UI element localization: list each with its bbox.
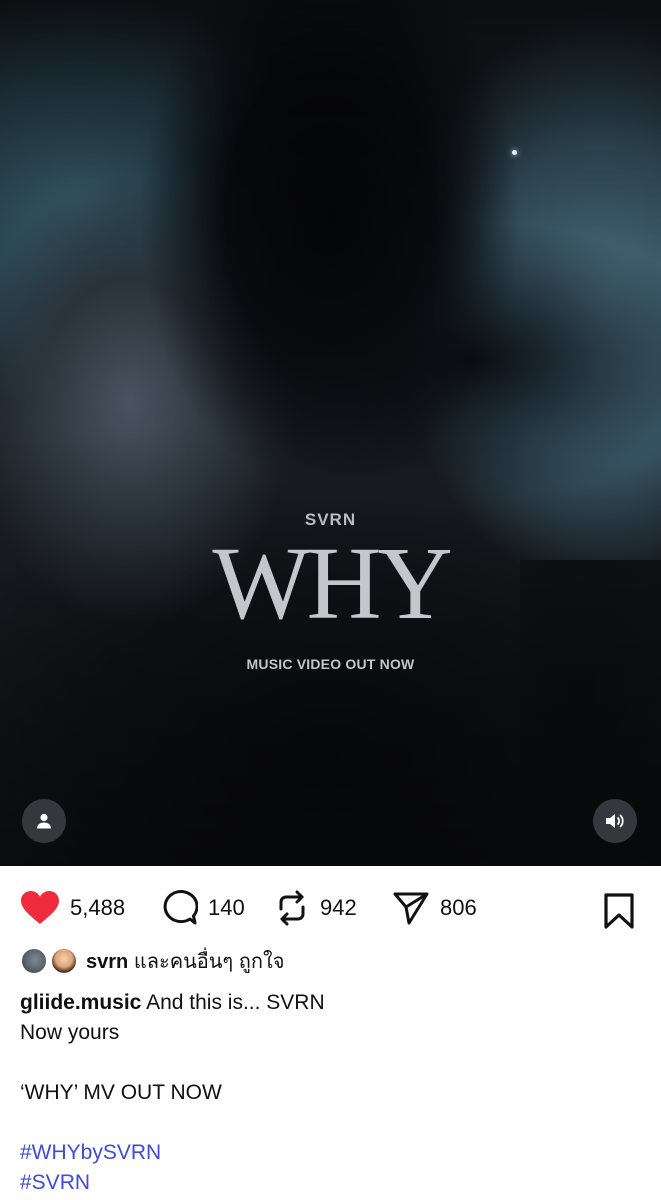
liked-by-avatars (20, 946, 80, 976)
like-count: 5,488 (70, 895, 126, 920)
caption-first-line: gliide.music And this is... SVRN (20, 988, 640, 1018)
person-icon (37, 813, 51, 829)
comment-icon (163, 890, 198, 925)
caption-username[interactable]: gliide.music (20, 991, 141, 1014)
media-highlight (512, 150, 517, 155)
tagged-users-button[interactable] (22, 799, 66, 843)
send-icon (393, 892, 429, 925)
repost-count: 942 (320, 895, 357, 920)
liked-by-username[interactable]: svrn (86, 951, 128, 973)
share-button[interactable]: 806 (392, 884, 477, 932)
liked-by-suffix: และคนอื่นๆ ถูกใจ (133, 951, 285, 973)
post-media[interactable]: SVRN WHY MUSIC VIDEO OUT NOW (0, 0, 661, 866)
comment-button[interactable]: 140 (160, 884, 245, 932)
share-count: 806 (440, 895, 477, 920)
post-caption: gliide.music And this is... SVRN Now you… (20, 988, 640, 1198)
repost-button[interactable]: 942 (274, 884, 357, 932)
bookmark-icon (604, 893, 634, 929)
action-bar: 5,488 140 942 806 (0, 884, 661, 932)
save-button[interactable] (602, 892, 636, 935)
sound-toggle-button[interactable] (593, 799, 637, 843)
avatar (50, 947, 78, 975)
hashtag-link[interactable]: #SVRN (20, 1168, 640, 1198)
like-button[interactable]: 5,488 (20, 884, 125, 932)
hashtag-link[interactable]: #WHYbySVRN (20, 1138, 640, 1168)
comment-count: 140 (208, 895, 245, 920)
repost-icon (279, 890, 305, 926)
caption-text: And this is... SVRN (146, 991, 325, 1014)
media-shade (0, 0, 661, 866)
liked-by-row[interactable]: svrn และคนอื่นๆ ถูกใจ (20, 946, 284, 976)
liked-by-text: svrn และคนอื่นๆ ถูกใจ (86, 945, 284, 977)
media-subtitle-text: MUSIC VIDEO OUT NOW (246, 656, 415, 672)
heart-icon (21, 891, 59, 924)
media-title-text: WHY (212, 526, 452, 641)
speaker-icon (606, 814, 624, 828)
caption-line: Now yours (20, 1021, 120, 1044)
caption-line: ‘WHY’ MV OUT NOW (20, 1081, 222, 1104)
avatar (20, 947, 48, 975)
